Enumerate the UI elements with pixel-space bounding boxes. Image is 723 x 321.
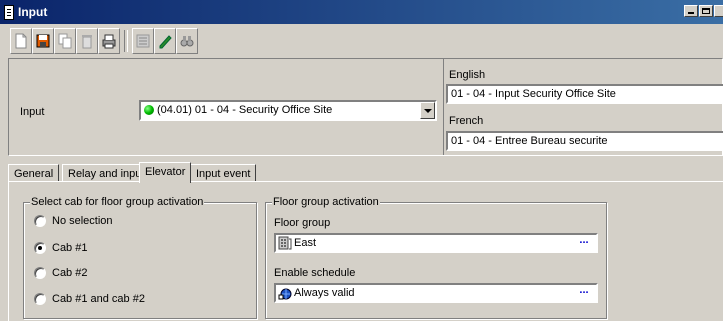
delete-icon: [82, 35, 92, 49]
floor-building-icon: [278, 236, 292, 250]
radio-button[interactable]: [34, 242, 46, 254]
elevator-tab-panel: Select cab for floor group activation No…: [8, 181, 723, 321]
radio-button[interactable]: [34, 293, 46, 305]
cab-selection-group: Select cab for floor group activation No…: [23, 196, 257, 319]
copy-icon: [58, 33, 72, 49]
tab-elevator[interactable]: Elevator: [139, 162, 192, 183]
print-button[interactable]: [98, 28, 120, 54]
find-button[interactable]: [176, 28, 198, 54]
english-name-field[interactable]: 01 - 04 - Input Security Office Site: [446, 84, 723, 104]
close-button[interactable]: [714, 5, 723, 17]
radio-label: No selection: [52, 215, 113, 227]
minimize-button[interactable]: [684, 5, 698, 17]
french-name-field[interactable]: 01 - 04 - Entree Bureau securite: [446, 131, 723, 151]
window-app-icon: [4, 5, 14, 20]
input-selector-area: Input (04.01) 01 - 04 - Security Office …: [9, 59, 444, 155]
new-button[interactable]: [10, 28, 32, 54]
schedule-browse-button[interactable]: ...: [573, 285, 595, 300]
delete-button[interactable]: [76, 28, 98, 54]
maximize-button[interactable]: [699, 5, 713, 17]
new-document-icon: [15, 33, 27, 49]
find-binoculars-icon: [180, 36, 194, 47]
floor-group-field[interactable]: East ...: [274, 233, 598, 253]
input-header-panel: Input (04.01) 01 - 04 - Security Office …: [8, 58, 723, 156]
floor-group-label: Floor group: [274, 217, 331, 229]
tab-general[interactable]: General: [8, 164, 60, 182]
toolbar: [8, 28, 723, 56]
save-icon: [36, 34, 50, 48]
schedule-globe-icon: [278, 288, 292, 300]
list-button[interactable]: [132, 28, 154, 54]
enable-schedule-field[interactable]: Always valid ...: [274, 283, 598, 303]
print-icon: [102, 34, 116, 49]
input-label: Input: [20, 106, 45, 118]
radio-label: Cab #1: [52, 242, 88, 254]
tab-relay-and-input[interactable]: Relay and input: [62, 164, 151, 182]
radio-button[interactable]: [34, 215, 46, 227]
list-icon: [136, 34, 150, 48]
window-title: Input: [18, 5, 48, 19]
maximize-icon: [702, 8, 710, 14]
radio-label: Cab #2: [52, 267, 88, 279]
cab-selection-title: Select cab for floor group activation: [30, 196, 205, 208]
floor-group-browse-button[interactable]: ...: [573, 235, 595, 250]
english-label: English: [449, 69, 486, 81]
minimize-icon: [688, 12, 694, 14]
input-select[interactable]: (04.01) 01 - 04 - Security Office Site: [139, 100, 437, 121]
edit-button[interactable]: [154, 28, 176, 54]
edit-pencil-icon: [159, 35, 172, 49]
enable-schedule-value: Always valid: [294, 287, 355, 299]
title-bar: Input: [0, 0, 723, 24]
enable-schedule-label: Enable schedule: [274, 267, 356, 279]
copy-button[interactable]: [54, 28, 76, 54]
save-button[interactable]: [32, 28, 54, 54]
floor-group-value: East: [294, 237, 317, 249]
input-select-value: (04.01) 01 - 04 - Security Office Site: [157, 104, 333, 116]
toolbar-separator: [124, 30, 128, 52]
tab-input-event[interactable]: Input event: [190, 164, 257, 182]
french-label: French: [449, 115, 484, 127]
radio-label: Cab #1 and cab #2: [52, 293, 145, 305]
dropdown-arrow-icon[interactable]: [420, 102, 435, 119]
floor-group-activation-title: Floor group activation: [272, 196, 380, 208]
floor-group-activation-group: Floor group activation Floor group East …: [265, 196, 607, 319]
status-green-icon: [144, 105, 154, 115]
radio-button[interactable]: [34, 267, 46, 279]
